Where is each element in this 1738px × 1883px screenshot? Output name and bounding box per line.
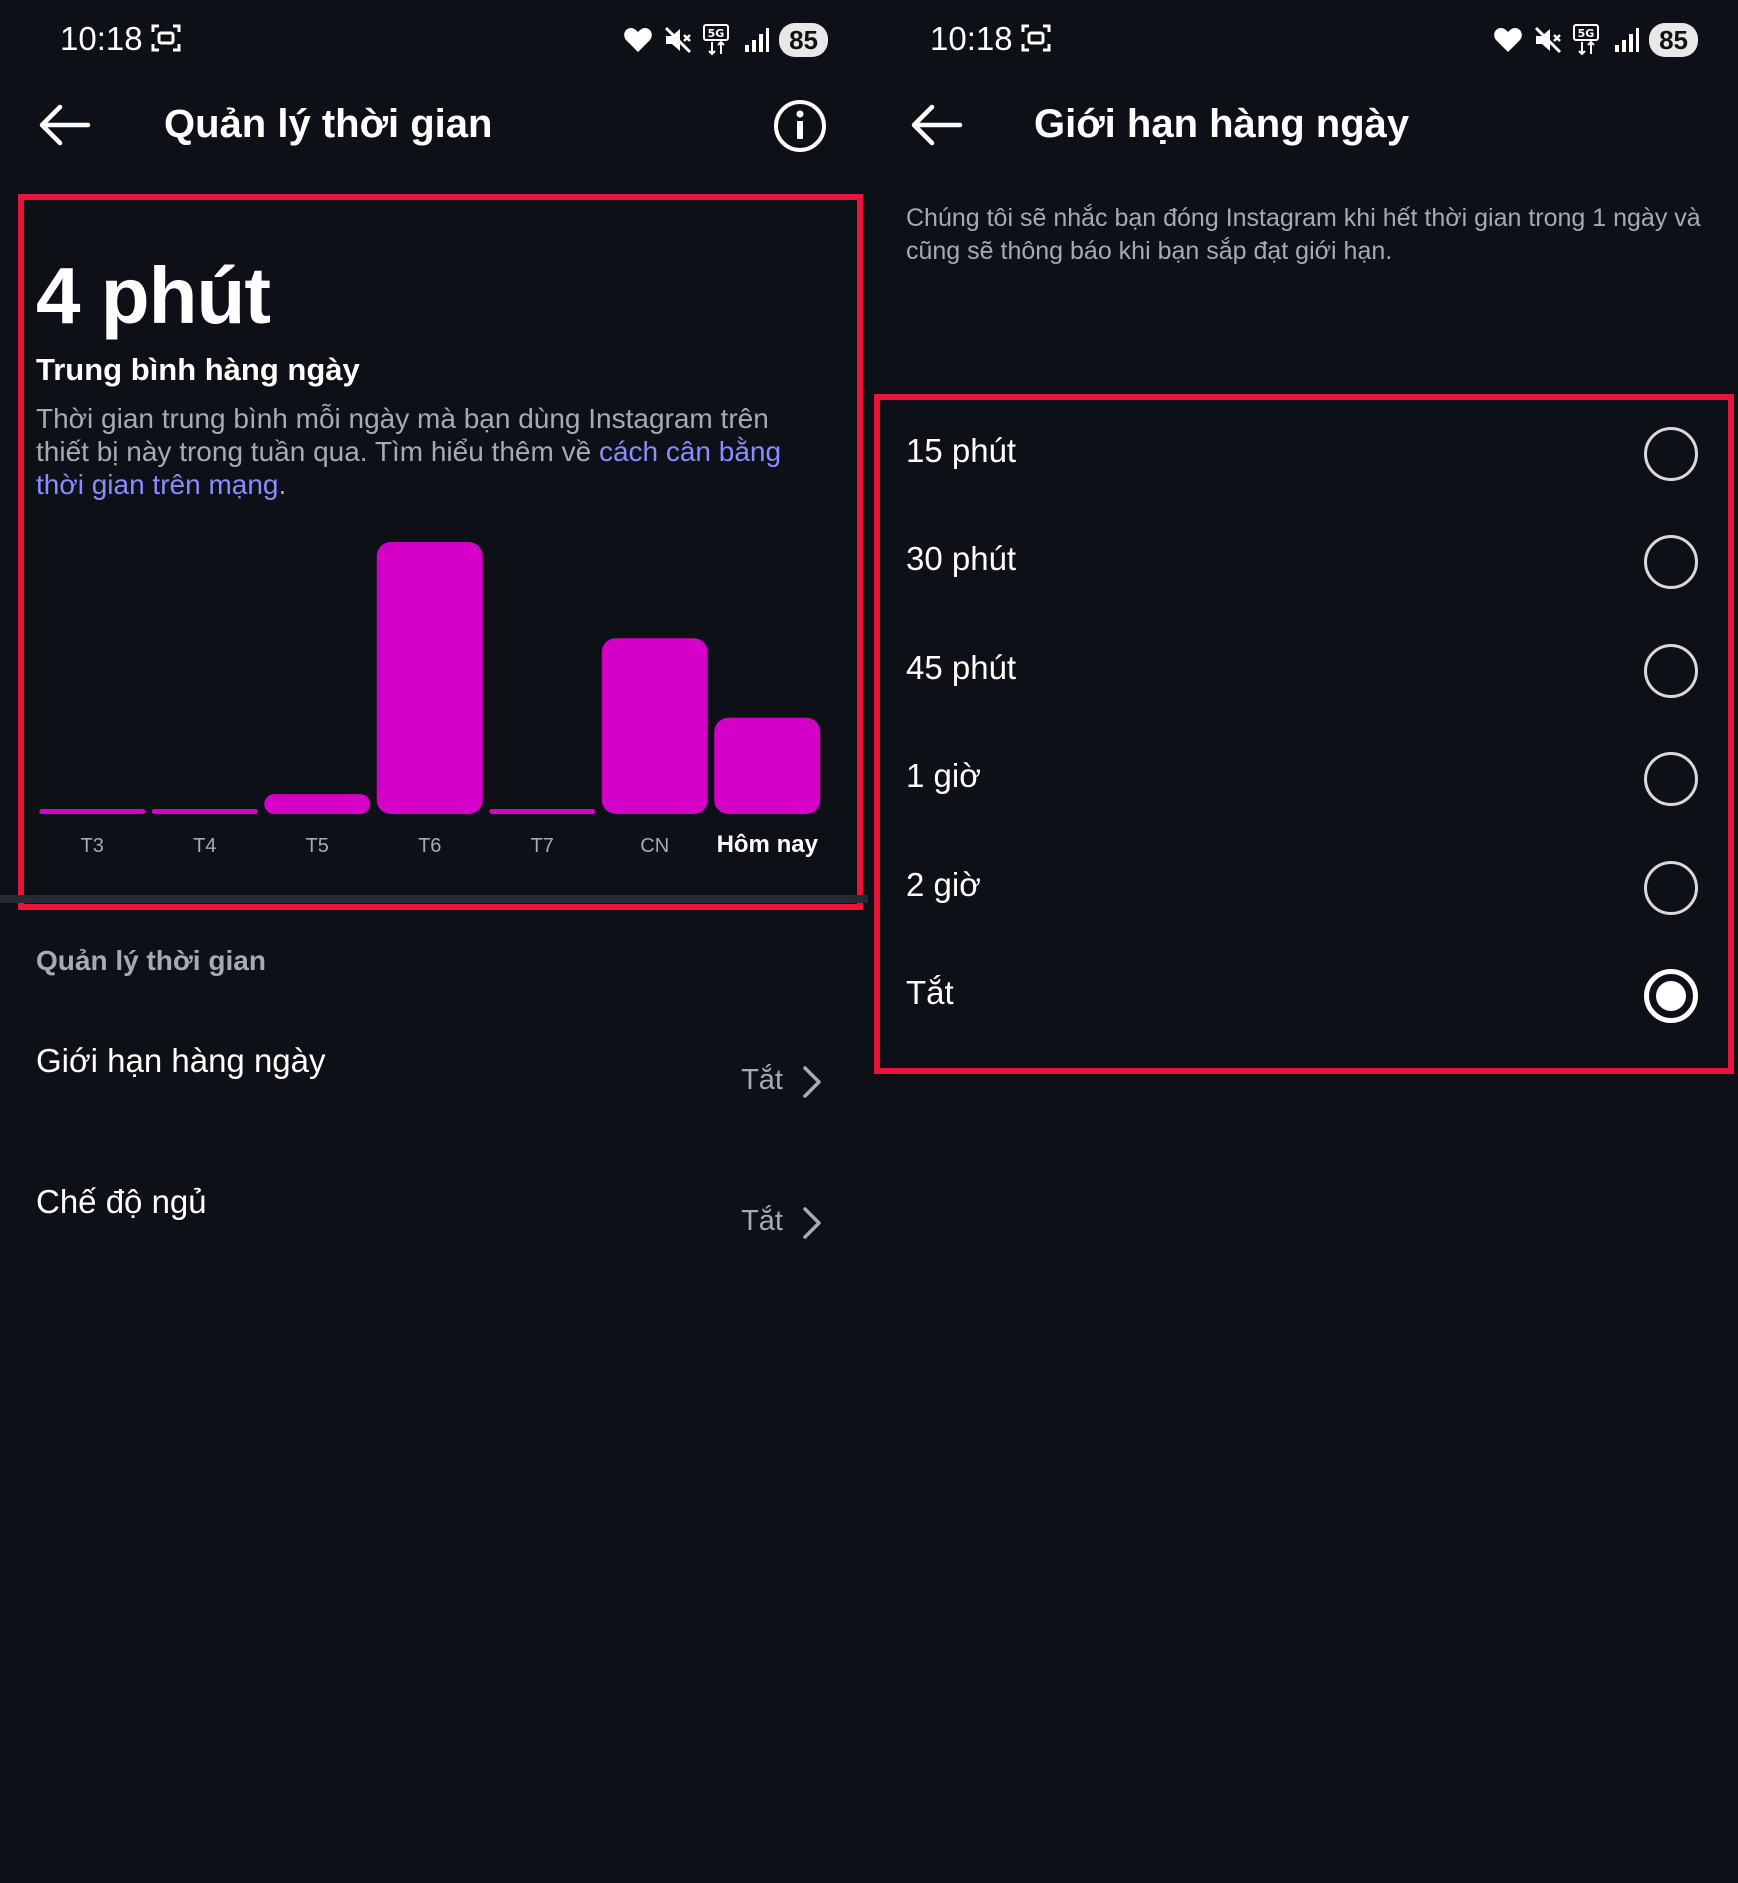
sleep-mode-row[interactable]: Chế độ ngủ Tắt (0, 1183, 868, 1293)
x-tick-label-4: T7 (531, 835, 554, 857)
info-icon[interactable] (772, 98, 828, 154)
mute-icon (665, 26, 692, 54)
x-tick-label-2: T5 (306, 835, 329, 857)
status-time: 10:18 (930, 20, 1013, 57)
battery-level: 85 (1649, 23, 1698, 57)
option-label: Tắt (906, 974, 954, 1011)
option-label: 30 phút (906, 540, 1017, 577)
screenshot-icon (151, 24, 181, 52)
radio-button-selected[interactable] (1644, 969, 1698, 1023)
app-bar: Quản lý thời gian (0, 80, 868, 170)
daily-limit-value: Tắt (741, 1064, 783, 1096)
usage-description: Thời gian trung bình mỗi ngày mà bạn dùn… (36, 402, 796, 501)
back-arrow-icon[interactable] (36, 100, 92, 150)
network-5g-icon: 5G (1573, 24, 1600, 56)
signal-icon (745, 28, 770, 52)
chevron-right-icon (803, 1066, 821, 1098)
page-title: Giới hạn hàng ngày (1034, 102, 1410, 146)
option-off[interactable]: Tắt (868, 942, 1738, 1050)
heart-icon (1494, 28, 1522, 52)
option-label: 15 phút (906, 432, 1017, 469)
x-tick-label-6: Hôm nay (717, 831, 819, 858)
average-usage-value: 4 phút (36, 251, 271, 340)
screenshot-icon (1021, 24, 1051, 52)
network-5g-icon: 5G (703, 24, 730, 56)
svg-text:5G: 5G (1578, 27, 1595, 40)
page-title: Quản lý thời gian (164, 102, 493, 146)
chevron-right-icon (803, 1207, 821, 1239)
daily-limit-row[interactable]: Giới hạn hàng ngày Tắt (0, 1042, 868, 1152)
weekly-usage-chart: T3 T4 T5 T6 T7 CN Hôm nay (36, 530, 832, 870)
status-icons: 5G 85 (1493, 20, 1698, 60)
bar-5 (601, 638, 708, 814)
radio-button[interactable] (1644, 752, 1698, 806)
svg-text:5G: 5G (708, 27, 725, 40)
status-bar: 10:18 5G 85 (868, 0, 1738, 80)
bar-3 (376, 542, 483, 814)
option-45-min[interactable]: 45 phút (868, 617, 1738, 725)
bar-2 (264, 794, 371, 814)
x-tick-label-5: CN (640, 835, 669, 857)
weekly-usage-chart-svg: T3 T4 T5 T6 T7 CN Hôm nay (39, 542, 821, 858)
daily-limit-intro: Chúng tôi sẽ nhắc bạn đóng Instagram khi… (906, 204, 1701, 265)
time-management-screen: 10:18 5G 85 Quản lý thời gian 4 phút Tru… (0, 0, 868, 1883)
radio-button[interactable] (1644, 644, 1698, 698)
daily-limit-label: Giới hạn hàng ngày (36, 1042, 326, 1079)
section-header: Quản lý thời gian (36, 945, 266, 976)
option-30-min[interactable]: 30 phút (868, 508, 1738, 616)
option-label: 45 phút (906, 649, 1017, 686)
back-arrow-icon[interactable] (908, 100, 964, 150)
app-bar: Giới hạn hàng ngày (868, 80, 1738, 170)
bar-4 (489, 809, 596, 814)
option-1-hour[interactable]: 1 giờ (868, 725, 1738, 833)
status-bar: 10:18 5G 85 (0, 0, 868, 80)
status-time: 10:18 (60, 20, 143, 57)
option-label: 2 giờ (906, 866, 981, 903)
option-2-hours[interactable]: 2 giờ (868, 834, 1738, 942)
battery-level: 85 (779, 23, 828, 57)
option-15-min[interactable]: 15 phút (868, 400, 1738, 508)
option-label: 1 giờ (906, 757, 981, 794)
signal-icon (1615, 28, 1640, 52)
bar-0 (39, 809, 146, 814)
radio-button[interactable] (1644, 861, 1698, 915)
sleep-mode-label: Chế độ ngủ (36, 1183, 207, 1220)
x-tick-label-1: T4 (193, 835, 216, 857)
radio-button[interactable] (1644, 427, 1698, 481)
mute-icon (1535, 26, 1562, 54)
bar-1 (151, 809, 258, 814)
average-usage-subtitle: Trung bình hàng ngày (36, 352, 360, 387)
heart-icon (624, 28, 652, 52)
usage-description-end: . (278, 469, 287, 500)
bar-6 (714, 717, 821, 814)
section-divider (0, 895, 868, 903)
status-icons: 5G 85 (623, 20, 828, 60)
radio-button[interactable] (1644, 535, 1698, 589)
sleep-mode-value: Tắt (741, 1205, 783, 1237)
daily-limit-screen: 10:18 5G 85 Giới hạn hàng ngày Chúng tôi… (868, 0, 1738, 1883)
x-tick-label-3: T6 (418, 835, 441, 857)
x-tick-label-0: T3 (81, 835, 104, 857)
